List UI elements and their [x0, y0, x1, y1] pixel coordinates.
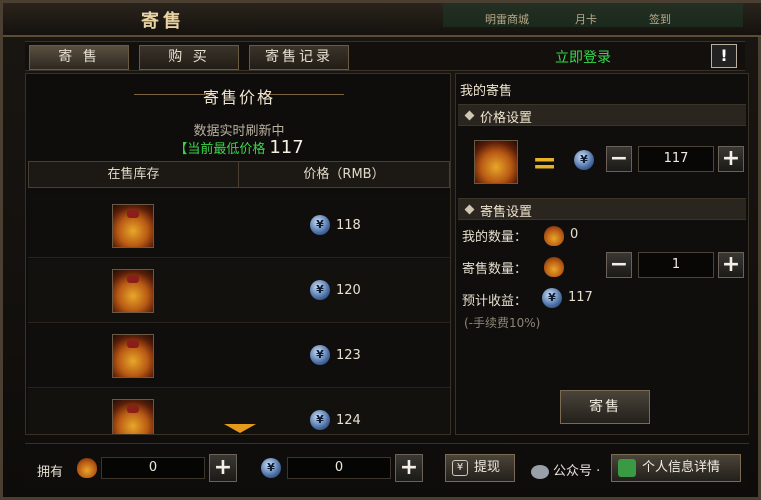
top-strip-item-3[interactable]: 签到 — [649, 11, 671, 27]
row-price: ¥118 — [310, 215, 361, 235]
wechat-icon — [531, 464, 549, 479]
price-list-title: 寄售价格 — [202, 88, 275, 107]
add-coin-button[interactable]: + — [395, 454, 423, 482]
window-title: 寄售 — [141, 11, 185, 32]
price-input[interactable]: 117 — [638, 146, 714, 172]
row-price-value: 120 — [336, 282, 361, 298]
row-price: ¥120 — [310, 280, 361, 300]
tab-bar: 寄 售 购 买 寄售记录 立即登录 ! — [25, 41, 745, 71]
diamond-bullet-icon — [464, 110, 475, 121]
sell-settings-bar: 寄售设置 — [458, 198, 746, 220]
sell-quantity-label: 寄售数量： — [462, 262, 528, 277]
tab-buy[interactable]: 购 买 — [139, 45, 239, 70]
row-price-value: 124 — [336, 412, 361, 428]
lowest-price: 【当前最低价格 117 — [26, 137, 450, 158]
sell-button[interactable]: 寄售 — [560, 390, 650, 424]
gold-bag-icon — [112, 334, 154, 378]
table-header: 在售库存 价格（RMB） — [28, 161, 450, 188]
table-row[interactable]: ¥120 — [28, 259, 450, 323]
my-quantity-value: 0 — [570, 227, 579, 242]
consignment-window: 寄售 明雷商城 月卡 签到 寄 售 购 买 寄售记录 立即登录 ! 寄售价格 数… — [0, 0, 761, 500]
bag-amount-field: 0 — [101, 457, 205, 479]
profile-detail-label: 个人信息详情 — [642, 460, 721, 475]
price-settings-title: 价格设置 — [480, 111, 533, 126]
watermark-text: 公众号 · — [553, 464, 601, 479]
row-price: ¥123 — [310, 345, 361, 365]
title-bar: 寄售 明雷商城 月卡 签到 — [3, 3, 761, 37]
my-sell-header: 我的寄售 — [460, 84, 513, 99]
yuan-coin-icon: ¥ — [310, 215, 330, 235]
profile-icon — [618, 459, 636, 477]
gold-bag-icon — [544, 257, 564, 277]
own-label: 拥有 — [37, 465, 64, 480]
expected-income-label: 预计收益： — [462, 294, 528, 309]
add-bag-button[interactable]: + — [209, 454, 237, 482]
withdraw-icon: ¥ — [452, 460, 468, 476]
gold-bag-icon — [112, 204, 154, 248]
withdraw-button[interactable]: ¥ 提现 — [445, 454, 515, 482]
equals-sign: = — [532, 146, 558, 181]
my-sell-panel: 我的寄售 价格设置 = ¥ − 117 + 寄售设置 我的数量： 0 寄售数量：… — [455, 73, 749, 435]
lowest-price-value: 117 — [269, 137, 304, 158]
gold-bag-icon — [112, 269, 154, 313]
tab-sell[interactable]: 寄 售 — [29, 45, 129, 70]
price-list-panel: 寄售价格 数据实时刷新中 【当前最低价格 117 在售库存 价格（RMB） ¥11… — [25, 73, 451, 435]
sell-quantity-input[interactable]: 1 — [638, 252, 714, 278]
yuan-coin-icon: ¥ — [574, 150, 594, 170]
scroll-down-icon[interactable] — [224, 424, 256, 433]
price-decrease-button[interactable]: − — [606, 146, 632, 172]
lowest-price-label: 【当前最低价格 — [174, 142, 266, 157]
column-price: 价格（RMB） — [303, 167, 385, 182]
gold-bag-icon — [544, 226, 564, 246]
top-strip-item-2[interactable]: 月卡 — [575, 11, 597, 27]
yuan-coin-icon: ¥ — [542, 288, 562, 308]
yuan-coin-icon: ¥ — [310, 410, 330, 430]
expected-income-value: 117 — [568, 290, 593, 305]
coin-amount-field: 0 — [287, 457, 391, 479]
price-increase-button[interactable]: + — [718, 146, 744, 172]
yuan-coin-icon: ¥ — [310, 345, 330, 365]
row-price-value: 123 — [336, 347, 361, 363]
withdraw-label: 提现 — [474, 460, 501, 475]
yuan-coin-icon: ¥ — [261, 458, 281, 478]
quantity-decrease-button[interactable]: − — [606, 252, 632, 278]
my-quantity-label: 我的数量： — [462, 230, 528, 245]
help-button[interactable]: ! — [711, 44, 737, 68]
row-price-value: 118 — [336, 217, 361, 233]
gold-bag-icon — [77, 458, 97, 478]
table-row[interactable]: ¥118 — [28, 194, 450, 258]
gold-bag-icon — [474, 140, 518, 184]
tab-sell-records[interactable]: 寄售记录 — [249, 45, 349, 70]
price-settings-bar: 价格设置 — [458, 104, 746, 126]
login-link[interactable]: 立即登录 — [555, 47, 611, 67]
top-strip-item-1[interactable]: 明雷商城 — [485, 11, 529, 27]
yuan-coin-icon: ¥ — [310, 280, 330, 300]
wechat-watermark: 公众号 · — [531, 460, 600, 479]
diamond-bullet-icon — [464, 204, 475, 215]
profile-detail-button[interactable]: 个人信息详情 — [611, 454, 741, 482]
fee-note: (-手续费10%) — [464, 316, 541, 330]
sell-settings-title: 寄售设置 — [480, 205, 533, 220]
gold-bag-icon — [112, 399, 154, 434]
table-row[interactable]: ¥123 — [28, 324, 450, 388]
quantity-increase-button[interactable]: + — [718, 252, 744, 278]
column-stock: 在售库存 — [29, 162, 239, 187]
bottom-bar: 拥有 0 + ¥ 0 + ¥ 提现 公众号 · 个人信息详情 — [25, 443, 749, 489]
row-price: ¥124 — [310, 410, 361, 430]
